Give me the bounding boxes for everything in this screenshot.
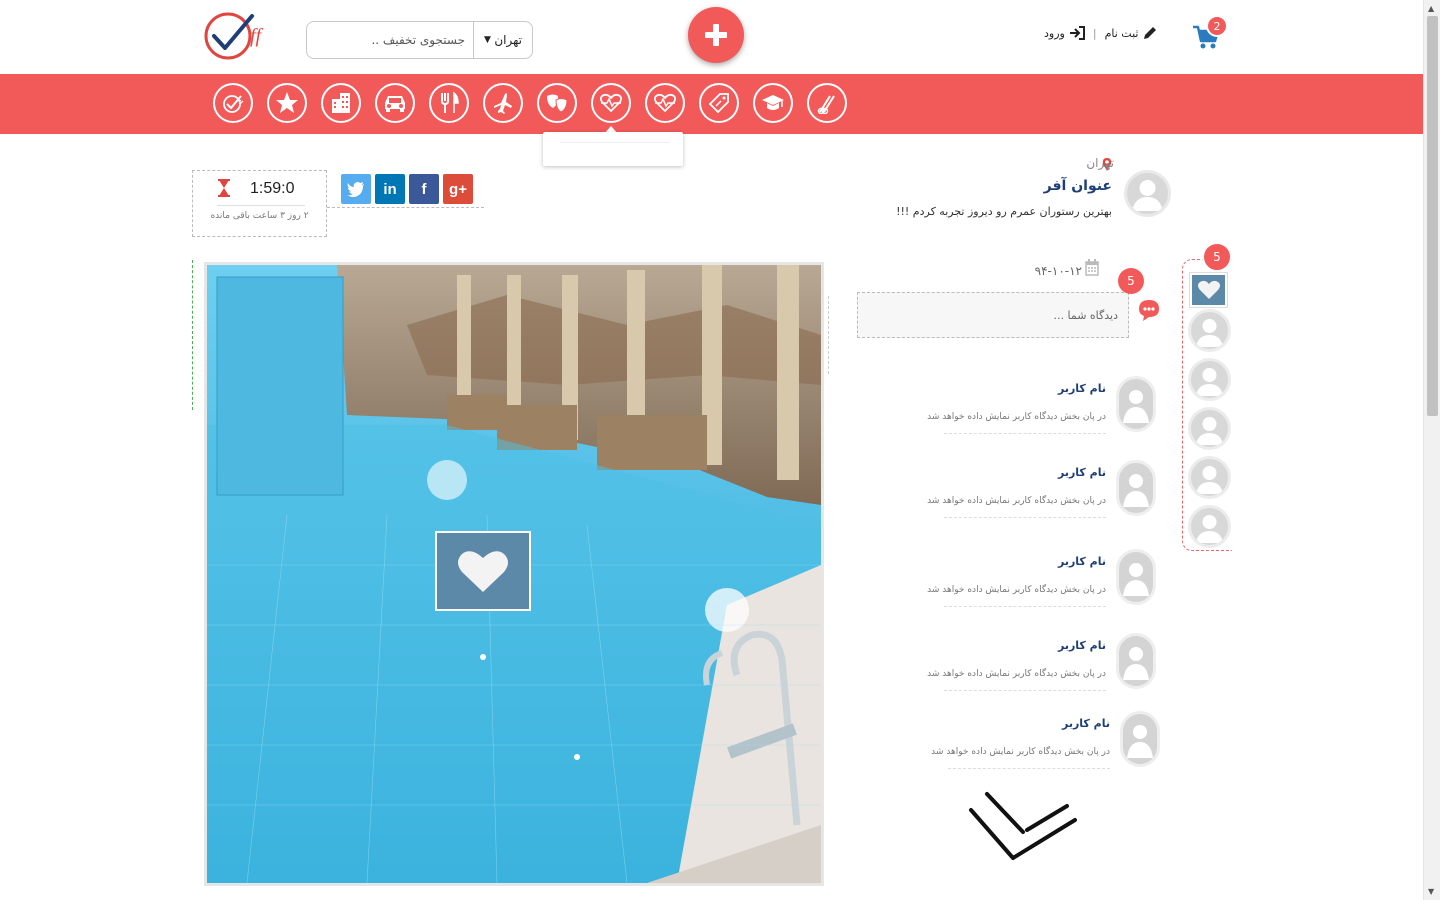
comment-text: در پان بخش دیدگاه کاربر نمایش داده خواهد… [927,585,1106,595]
comment-item: نام کاربر در پان بخش دیدگاه کاربر نمایش … [931,711,1164,775]
facebook-icon: f [421,180,427,198]
countdown-timer: 1:59:0 ۲ روز ۳ ساعت باقی مانده [192,170,327,237]
comment-text: در پان بخش دیدگاه کاربر نمایش داده خواهد… [931,747,1110,757]
commenter-name[interactable]: نام کاربر [1058,466,1106,479]
countdown-time: 1:59:0 [250,180,295,197]
commenter-name[interactable]: نام کاربر [1058,639,1106,652]
city-select-value: تهران [494,33,522,47]
hourglass-icon [218,179,230,197]
plus-icon [705,24,727,46]
add-offer-button[interactable] [688,7,744,63]
like-offer-button[interactable] [435,531,531,611]
facebook-share-button[interactable]: f [409,174,439,204]
comment-text: در پان بخش دیدگاه کاربر نمایش داده خواهد… [927,669,1106,679]
sign-in-icon [1069,26,1085,40]
page: ff تهران ▼ ورود | ثبت نام [0,0,1440,900]
comment-item: نام کاربر در پان بخش دیدگاه کاربر نمایش … [927,460,1160,524]
off-logo[interactable]: ff [200,8,272,62]
category-education-icon[interactable] [753,83,793,123]
auth-links: ورود | ثبت نام [1044,24,1158,42]
login-label: ورود [1044,26,1065,40]
comment-input[interactable] [858,293,1128,337]
googleplus-icon: g+ [449,180,467,198]
commenter-avatar[interactable] [1116,549,1156,605]
twitter-icon [347,181,364,197]
user-icon [1132,180,1163,211]
register-link[interactable]: ثبت نام [1105,25,1159,41]
heart-icon [1197,280,1220,299]
auth-separator: | [1092,26,1097,40]
calendar-icon [1085,259,1099,276]
countdown-remaining-text: ۲ روز ۳ ساعت باقی مانده [210,211,309,221]
register-label: ثبت نام [1104,26,1139,40]
category-bar [0,74,1423,134]
comment-text: در پان بخش دیدگاه کاربر نمایش داده خواهد… [927,496,1106,506]
liker-avatar[interactable] [1188,358,1231,401]
page-scrollbar[interactable]: ▲ ▼ [1423,0,1440,900]
offer-owner-avatar[interactable] [1124,170,1171,217]
share-buttons: in f g+ [341,174,473,208]
search-box: تهران ▼ [306,21,533,59]
image-guide-line [192,260,193,410]
category-favorites-icon[interactable] [267,83,307,123]
category-car-icon[interactable] [375,83,415,123]
comment-item: نام کاربر در پان بخش دیدگاه کاربر نمایش … [927,376,1160,440]
svg-text:ff: ff [250,25,264,47]
cart-count-badge: 2 [1206,15,1228,37]
comment-item: نام کاربر در پان بخش دیدگاه کاربر نمایش … [927,549,1160,613]
liked-heart-button[interactable] [1190,273,1227,307]
pencil-icon [1144,27,1157,39]
comment-bubble-icon[interactable] [1137,298,1161,322]
category-dropdown [543,132,683,166]
comment-item: نام کاربر در پان بخش دیدگاه کاربر نمایش … [927,633,1160,697]
category-offer-check-icon[interactable] [213,83,253,123]
offer-location: تهران [1086,156,1114,170]
commenter-avatar[interactable] [1120,711,1160,767]
twitter-share-button[interactable] [341,174,371,204]
comment-input-box [857,292,1129,338]
linkedin-icon: in [383,180,397,198]
likers-count-badge: 5 [1202,242,1232,272]
commenter-avatar[interactable] [1116,633,1156,689]
category-hotel-icon[interactable] [321,83,361,123]
googleplus-share-button[interactable]: g+ [443,174,473,204]
login-link[interactable]: ورود [1044,26,1085,40]
caret-down-icon: ▼ [484,35,491,45]
commenter-name[interactable]: نام کاربر [1062,717,1110,730]
category-discount-tag-icon[interactable] [699,83,739,123]
commenter-name[interactable]: نام کاربر [1058,382,1106,395]
commenter-avatar[interactable] [1116,460,1156,516]
liker-avatar[interactable] [1188,456,1231,499]
scroll-down-arrow-icon[interactable]: ▼ [1428,887,1434,896]
liker-avatar[interactable] [1188,505,1231,548]
commenter-name[interactable]: نام کاربر [1058,555,1106,568]
offer-date: ۹۴-۱۰-۱۲ [1034,264,1082,278]
comment-count-badge: 5 [1118,268,1144,294]
offer-title[interactable]: عنوان آفر [960,178,1112,194]
linkedin-share-button[interactable]: in [375,174,405,204]
comment-text: در پان بخش دیدگاه کاربر نمایش داده خواهد… [927,412,1106,422]
category-theater-icon[interactable] [537,83,577,123]
category-travel-icon[interactable] [483,83,523,123]
scrollbar-thumb[interactable] [1427,16,1438,416]
share-divider [327,207,484,208]
comments-guide-line [828,296,829,374]
commenter-avatar[interactable] [1116,376,1156,432]
city-select[interactable]: تهران ▼ [473,22,532,58]
category-health-icon[interactable] [645,83,685,123]
category-restaurant-icon[interactable] [429,83,469,123]
liker-avatar[interactable] [1188,407,1231,450]
scroll-up-arrow-icon[interactable]: ▲ [1428,4,1434,13]
category-medical-icon[interactable] [591,83,631,123]
liker-avatar[interactable] [1188,309,1231,352]
offer-description: بهترین رستوران عمرم رو دیروز تجربه کردم … [896,205,1112,218]
search-input[interactable] [307,22,473,58]
category-hairdresser-icon[interactable] [807,83,847,123]
heart-icon [458,551,508,592]
scribble-mark [969,792,1077,860]
